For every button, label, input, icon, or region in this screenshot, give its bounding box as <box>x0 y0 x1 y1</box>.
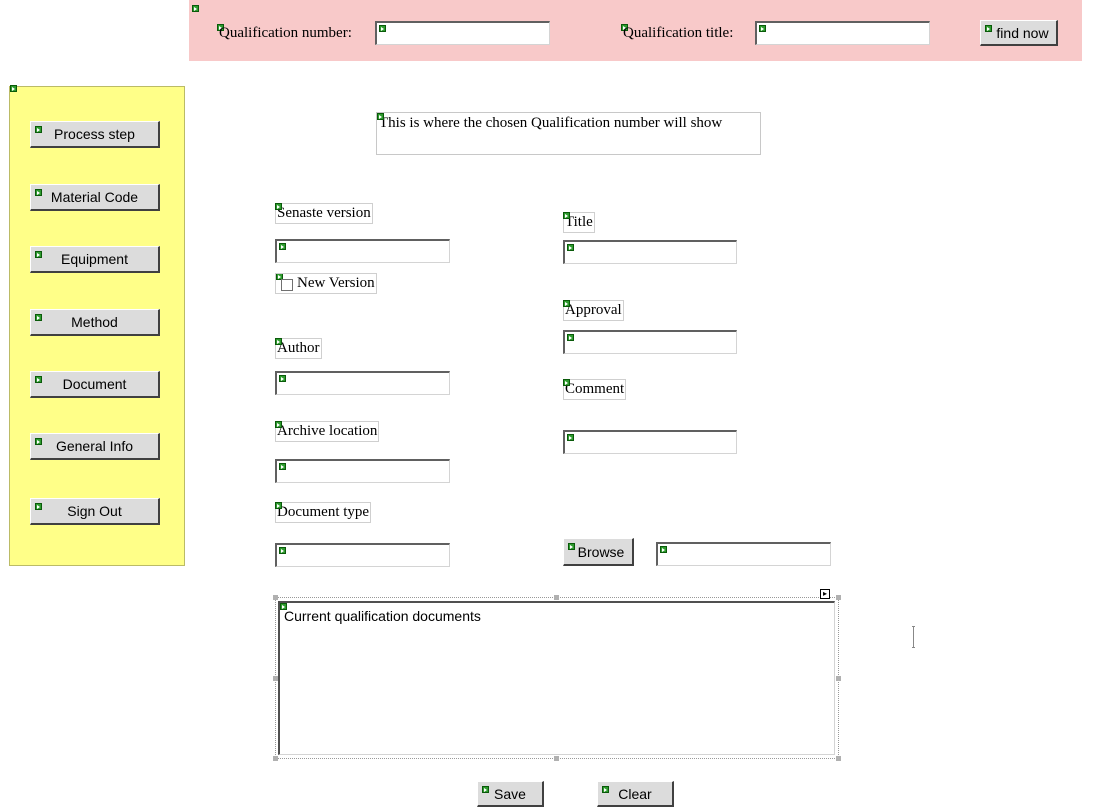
control-marker-icon <box>275 203 282 210</box>
expand-arrow-icon[interactable]: ▸ <box>820 589 830 599</box>
resize-handle[interactable] <box>273 756 278 761</box>
control-marker-icon <box>35 189 42 196</box>
archive-location-text: Archive location <box>277 423 378 439</box>
sidebar-item-document[interactable]: Document <box>30 371 160 398</box>
chosen-qualification-text: This is where the chosen Qualification n… <box>379 115 723 131</box>
control-marker-icon <box>275 338 282 345</box>
approval-text: Approval <box>565 302 622 318</box>
sidebar-item-process-step[interactable]: Process step <box>30 121 160 148</box>
resize-handle[interactable] <box>554 595 559 600</box>
control-marker-icon <box>279 243 286 250</box>
control-marker-icon <box>759 25 766 32</box>
find-now-label: find now <box>996 24 1049 41</box>
control-marker-icon <box>985 25 992 32</box>
control-marker-icon <box>563 379 570 386</box>
control-marker-icon <box>567 244 574 251</box>
title-input[interactable] <box>563 240 737 264</box>
documents-listbox[interactable]: Current qualification documents <box>275 597 839 759</box>
control-marker-icon <box>35 314 42 321</box>
approval-label: Approval <box>563 300 624 321</box>
documents-listbox-inner: Current qualification documents <box>278 601 835 755</box>
resize-handle[interactable] <box>836 756 841 761</box>
sidebar-item-label: Process step <box>54 126 135 142</box>
senaste-version-text: Senaste version <box>277 205 371 221</box>
approval-input[interactable] <box>563 330 737 354</box>
author-input[interactable] <box>275 371 450 395</box>
text-cursor-icon <box>912 626 915 648</box>
sidebar-item-label: Material Code <box>50 189 139 205</box>
resize-handle[interactable] <box>273 676 278 681</box>
sidebar-item-sign-out[interactable]: Sign Out <box>30 498 160 525</box>
control-marker-icon <box>377 113 384 120</box>
control-marker-icon <box>660 546 667 553</box>
clear-button[interactable]: Clear <box>597 781 674 807</box>
control-marker-icon <box>567 334 574 341</box>
control-marker-icon <box>482 786 489 793</box>
control-marker-icon <box>563 212 570 219</box>
comment-input[interactable] <box>563 430 737 454</box>
resize-handle[interactable] <box>836 676 841 681</box>
comment-label: Comment <box>563 379 627 400</box>
control-marker-icon <box>563 300 570 307</box>
browse-button[interactable]: Browse <box>563 538 634 566</box>
author-label: Author <box>275 338 322 359</box>
sidebar-item-label: Document <box>62 376 127 392</box>
control-marker-icon <box>35 126 42 133</box>
control-marker-icon <box>35 251 42 258</box>
find-now-button[interactable]: find now <box>980 20 1058 46</box>
control-marker-icon <box>192 5 199 12</box>
archive-location-label: Archive location <box>275 421 380 442</box>
resize-handle[interactable] <box>836 595 841 600</box>
control-marker-icon <box>275 421 282 428</box>
sidebar-item-material-code[interactable]: Material Code <box>30 184 160 211</box>
senaste-version-input[interactable] <box>275 239 450 263</box>
resize-handle[interactable] <box>273 595 278 600</box>
control-marker-icon <box>279 463 286 470</box>
qualification-title-input[interactable] <box>755 21 930 45</box>
qualification-number-label: Qualification number: <box>219 25 352 41</box>
save-button[interactable]: Save <box>477 781 544 807</box>
new-version-label: New Version <box>275 273 377 294</box>
qualification-number-input[interactable] <box>375 21 550 45</box>
control-marker-icon <box>567 434 574 441</box>
control-marker-icon <box>279 375 286 382</box>
browse-file-input[interactable] <box>656 542 831 566</box>
sidebar-item-general-info[interactable]: General Info <box>30 433 160 460</box>
qualification-title-label: Qualification title: <box>623 25 734 41</box>
documents-list-header: Current qualification documents <box>284 608 481 624</box>
title-label: Title <box>563 212 595 233</box>
control-marker-icon <box>379 25 386 32</box>
control-marker-icon <box>35 376 42 383</box>
save-label: Save <box>494 785 526 802</box>
clear-label: Clear <box>618 785 652 802</box>
archive-location-input[interactable] <box>275 459 450 483</box>
sidebar-item-label: Equipment <box>61 251 128 267</box>
chosen-qualification-display: This is where the chosen Qualification n… <box>376 112 761 155</box>
author-text: Author <box>277 340 320 356</box>
sidebar-item-equipment[interactable]: Equipment <box>30 246 160 273</box>
control-marker-icon <box>35 438 42 445</box>
document-type-label: Document type <box>275 502 372 523</box>
comment-text: Comment <box>565 381 625 397</box>
senaste-version-label: Senaste version <box>275 203 373 224</box>
document-type-text: Document type <box>277 504 370 520</box>
sidebar-item-label: Sign Out <box>67 503 122 519</box>
document-type-input[interactable] <box>275 543 450 567</box>
sidebar-item-label: Method <box>71 314 118 330</box>
control-marker-icon <box>568 543 575 550</box>
browse-label: Browse <box>577 543 625 560</box>
control-marker-icon <box>275 502 282 509</box>
resize-handle[interactable] <box>554 756 559 761</box>
control-marker-icon <box>10 85 17 92</box>
sidebar-item-method[interactable]: Method <box>30 309 160 336</box>
sidebar-item-label: General Info <box>55 438 134 454</box>
control-marker-icon <box>279 547 286 554</box>
control-marker-icon <box>35 503 42 510</box>
control-marker-icon <box>602 786 609 793</box>
